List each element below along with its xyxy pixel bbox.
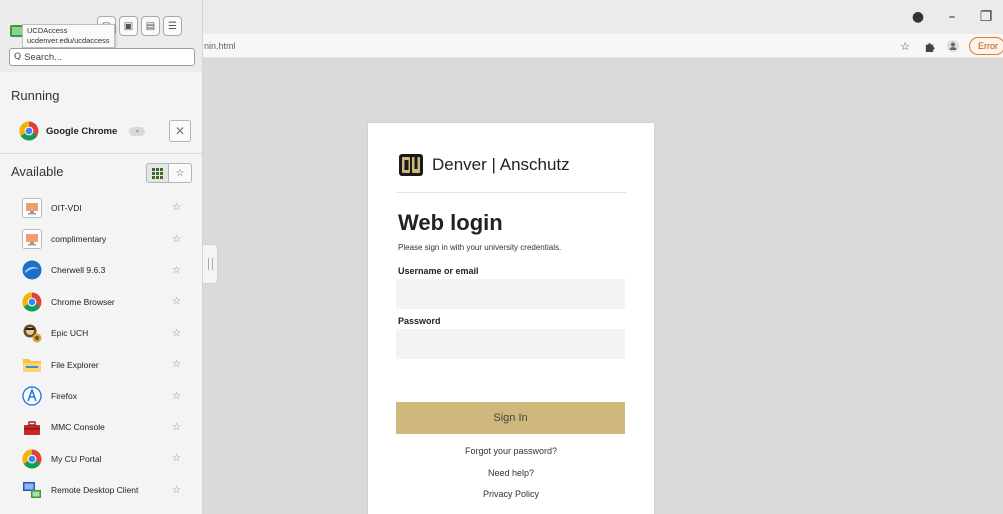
app-label: File Explorer <box>51 359 99 370</box>
section-divider <box>0 153 203 154</box>
star-icon[interactable]: ☆ <box>172 485 181 496</box>
search-icon: Q <box>14 52 22 62</box>
epic-icon <box>21 323 42 344</box>
username-label: Username or email <box>398 266 479 276</box>
profile-avatar-icon[interactable] <box>945 38 961 54</box>
favorites-star-icon[interactable]: ☆ <box>169 163 192 183</box>
grip-icon <box>207 258 213 270</box>
star-icon[interactable]: ☆ <box>172 265 181 276</box>
app-label: Epic UCH <box>51 328 89 339</box>
sign-in-button[interactable]: Sign In <box>396 402 625 434</box>
close-app-button[interactable]: ✕ <box>169 120 191 142</box>
remote-desktop-icon <box>21 480 42 501</box>
app-item-remote-desktop-client[interactable]: Remote Desktop Client ☆ <box>0 475 202 506</box>
cu-logo-icon <box>399 154 423 176</box>
brand-name: Denver | Anschutz <box>432 155 570 174</box>
app-item-file-explorer[interactable]: File Explorer ☆ <box>0 349 202 380</box>
star-icon[interactable]: ☆ <box>172 234 181 245</box>
app-item-chrome-browser[interactable]: Chrome Browser ☆ <box>0 286 202 317</box>
firefox-icon <box>21 386 42 407</box>
app-item-my-cu-portal[interactable]: My CU Portal ☆ <box>0 443 202 474</box>
minimize-button[interactable]: – <box>935 0 969 34</box>
desktop-icon <box>21 229 42 250</box>
chevron-down-icon[interactable]: ▾ <box>129 126 146 136</box>
ucdaccess-tooltip: UCDAccess ucdenver.edu/ucdaccess <box>22 24 115 48</box>
extensions-puzzle-icon[interactable] <box>921 38 937 54</box>
bookmark-star-icon[interactable]: ☆ <box>897 38 913 54</box>
password-field[interactable] <box>396 329 625 359</box>
grid-view-icon[interactable] <box>146 163 169 183</box>
ucdaccess-sidebar: ▢ ▣ ▤ ☰ UCDAccess ucdenver.edu/ucdaccess… <box>0 0 203 514</box>
star-icon[interactable]: ☆ <box>172 296 181 307</box>
app-label: OIT-VDI <box>51 202 82 213</box>
running-app-label: Google Chrome <box>46 125 118 137</box>
app-item-mmc-console[interactable]: MMC Console ☆ <box>0 412 202 443</box>
sidebar-header: ▢ ▣ ▤ ☰ UCDAccess ucdenver.edu/ucdaccess… <box>0 0 202 72</box>
app-item-firefox[interactable]: Firefox ☆ <box>0 380 202 411</box>
sidebar-resize-handle[interactable] <box>203 244 218 284</box>
star-icon[interactable]: ☆ <box>172 453 181 464</box>
chrome-icon <box>18 121 39 142</box>
running-section-title: Running <box>11 88 60 103</box>
available-app-list: OIT-VDI ☆ complimentary ☆ Cherwell 9.6.3… <box>0 192 202 506</box>
chrome-icon <box>21 291 42 312</box>
login-subtitle: Please sign in with your university cred… <box>398 243 562 252</box>
error-badge[interactable]: Error <box>969 37 1003 55</box>
page-title: Web login <box>398 210 503 235</box>
view-toggle: ☆ <box>146 163 192 183</box>
tile-view-icon[interactable]: ▣ <box>119 16 138 36</box>
app-label: Firefox <box>51 391 77 402</box>
clipboard-icon[interactable]: ▤ <box>141 16 160 36</box>
folder-icon <box>21 354 42 375</box>
app-label: Chrome Browser <box>51 296 115 307</box>
running-app-item[interactable]: Google Chrome ▾ ✕ <box>18 117 193 145</box>
star-icon[interactable]: ☆ <box>172 202 181 213</box>
app-item-epic-uch[interactable]: Epic UCH ☆ <box>0 318 202 349</box>
app-label: MMC Console <box>51 422 105 433</box>
toolbox-icon <box>21 417 42 438</box>
app-label: My CU Portal <box>51 453 102 464</box>
brand-divider <box>396 192 626 193</box>
desktop-icon <box>21 197 42 218</box>
app-label: Remote Desktop Client <box>51 485 139 496</box>
star-icon[interactable]: ☆ <box>172 422 181 433</box>
cherwell-icon <box>21 260 42 281</box>
privacy-policy-link[interactable]: Privacy Policy <box>368 489 654 499</box>
need-help-link[interactable]: Need help? <box>368 468 654 478</box>
star-icon[interactable]: ☆ <box>172 359 181 370</box>
brand-header: Denver | Anschutz <box>398 153 570 177</box>
app-item-cherwell[interactable]: Cherwell 9.6.3 ☆ <box>0 255 202 286</box>
chrome-icon <box>21 448 42 469</box>
forgot-password-link[interactable]: Forgot your password? <box>368 446 654 456</box>
star-icon[interactable]: ☆ <box>172 391 181 402</box>
toolbar-icons: ☆ Error <box>897 34 1003 58</box>
app-label: complimentary <box>51 234 107 245</box>
login-card: Denver | Anschutz Web login Please sign … <box>368 123 654 514</box>
profile-icon[interactable]: ● <box>901 0 935 34</box>
menu-list-icon[interactable]: ☰ <box>163 16 182 36</box>
app-label: Cherwell 9.6.3 <box>51 265 106 276</box>
search-input[interactable] <box>24 51 185 63</box>
address-bar[interactable]: nin.html <box>196 36 896 56</box>
restore-button[interactable]: ❐ <box>969 0 1003 34</box>
username-field[interactable] <box>396 279 625 309</box>
star-icon[interactable]: ☆ <box>172 328 181 339</box>
window-controls: ● – ❐ <box>901 0 1003 34</box>
password-label: Password <box>398 316 441 326</box>
app-item-complimentary[interactable]: complimentary ☆ <box>0 223 202 254</box>
search-box[interactable]: Q <box>9 48 195 66</box>
available-section-title: Available <box>11 164 64 179</box>
tooltip-url: ucdenver.edu/ucdaccess <box>27 36 110 45</box>
app-item-oit-vdi[interactable]: OIT-VDI ☆ <box>0 192 202 223</box>
tooltip-title: UCDAccess <box>27 26 68 35</box>
